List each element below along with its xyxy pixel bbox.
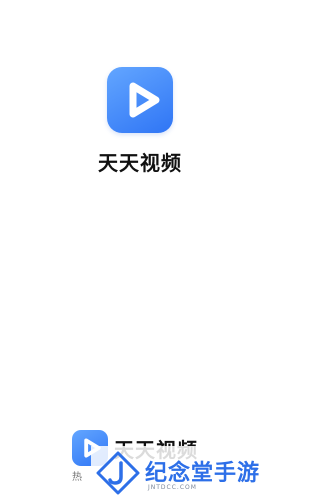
watermark: 纪念堂手游 JNTDCC.COM xyxy=(91,446,280,500)
footer-tag: 热 xyxy=(72,472,82,483)
j-logo-icon xyxy=(96,451,140,495)
watermark-title: 纪念堂手游 xyxy=(145,461,261,486)
play-icon xyxy=(129,82,160,118)
app-name: 天天视频 xyxy=(98,151,182,175)
watermark-url: JNTDCC.COM xyxy=(148,484,197,491)
app-logo-icon xyxy=(107,67,173,133)
